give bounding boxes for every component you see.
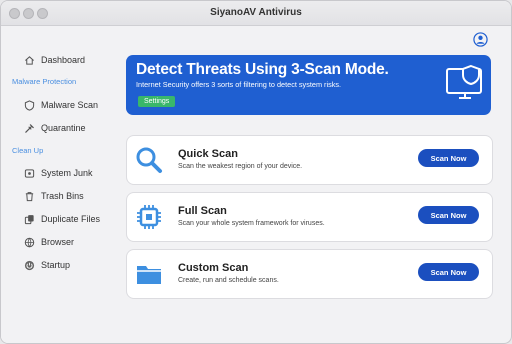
custom-scan-card: Custom Scan Create, run and schedule sca…	[126, 249, 493, 299]
folder-icon	[135, 260, 163, 288]
section-label-malware-protection: Malware Protection	[12, 77, 77, 86]
sidebar-item-browser[interactable]: Browser	[23, 234, 74, 250]
sidebar-item-startup[interactable]: Startup	[23, 257, 70, 273]
banner-title: Detect Threats Using 3-Scan Mode.	[136, 61, 389, 78]
duplicate-icon	[23, 213, 35, 225]
sidebar-item-label: Trash Bins	[41, 191, 84, 201]
magnifier-icon	[135, 146, 163, 174]
power-icon	[23, 259, 35, 271]
app-window: SiyanoAV Antivirus Dashboard Malware Pro…	[0, 0, 512, 344]
sidebar-item-malware-scan[interactable]: Malware Scan	[23, 97, 98, 113]
sidebar: Dashboard Malware Protection Malware Sca…	[1, 26, 113, 343]
scan-description: Create, run and schedule scans.	[178, 277, 279, 284]
sidebar-item-label: Malware Scan	[41, 100, 99, 110]
sidebar-item-duplicate-files[interactable]: Duplicate Files	[23, 211, 100, 227]
sidebar-item-label: Startup	[41, 260, 71, 270]
sidebar-item-dashboard[interactable]: Dashboard	[23, 52, 85, 68]
sidebar-item-quarantine[interactable]: Quarantine	[23, 120, 86, 136]
section-label-clean-up: Clean Up	[12, 146, 44, 155]
title-bar: SiyanoAV Antivirus	[1, 1, 511, 26]
hard-drive-icon	[23, 167, 35, 179]
quick-scan-card: Quick Scan Scan the weakest region of yo…	[126, 135, 493, 185]
protected-monitor-icon	[444, 63, 486, 105]
custom-scan-button[interactable]: Scan Now	[418, 263, 479, 281]
window-title: SiyanoAV Antivirus	[210, 7, 302, 18]
account-icon[interactable]	[473, 32, 488, 47]
scan-description: Scan your whole system framework for vir…	[178, 220, 325, 227]
scan-description: Scan the weakest region of your device.	[178, 163, 303, 170]
chip-icon	[135, 203, 163, 231]
scan-title: Full Scan	[178, 205, 227, 217]
sidebar-item-trash-bins[interactable]: Trash Bins	[23, 188, 84, 204]
home-icon	[23, 54, 35, 66]
sidebar-item-label: System Junk	[41, 168, 93, 178]
settings-button[interactable]: Settings	[138, 96, 176, 107]
full-scan-button[interactable]: Scan Now	[418, 206, 479, 224]
sidebar-item-system-junk[interactable]: System Junk	[23, 165, 93, 181]
promo-banner: Detect Threats Using 3-Scan Mode. Intern…	[126, 55, 491, 115]
sidebar-item-label: Quarantine	[41, 123, 86, 133]
sidebar-item-label: Dashboard	[41, 55, 86, 65]
full-scan-card: Full Scan Scan your whole system framewo…	[126, 192, 493, 242]
scan-title: Quick Scan	[178, 148, 238, 160]
sidebar-item-label: Browser	[41, 237, 75, 247]
banner-subtitle: Internet Security offers 3 sorts of filt…	[136, 80, 342, 89]
syringe-icon	[23, 122, 35, 134]
sidebar-item-label: Duplicate Files	[41, 214, 101, 224]
trash-icon	[23, 190, 35, 202]
scan-title: Custom Scan	[178, 262, 249, 274]
globe-icon	[23, 236, 35, 248]
quick-scan-button[interactable]: Scan Now	[418, 149, 479, 167]
shield-icon	[23, 99, 35, 111]
